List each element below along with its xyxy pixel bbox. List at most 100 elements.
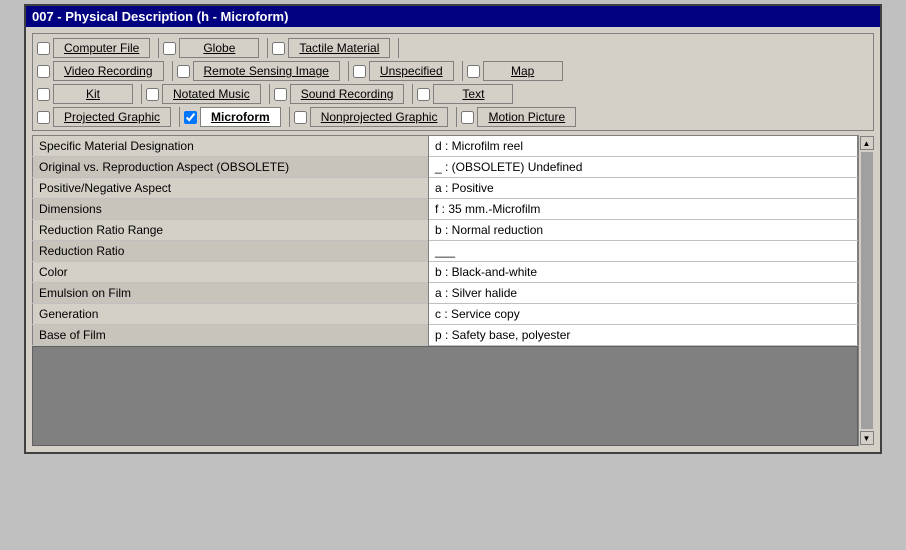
tab-microform[interactable]: Microform [184, 107, 281, 127]
checkbox-motion-picture[interactable] [461, 111, 474, 124]
field-label: Generation [33, 304, 429, 325]
tab-sound-recording[interactable]: Sound Recording [274, 84, 405, 104]
checkbox-tactile-material[interactable] [272, 42, 285, 55]
fields-table: Specific Material Designationd : Microfi… [32, 135, 858, 346]
checkbox-video-recording[interactable] [37, 65, 50, 78]
field-value: f : 35 mm.-Microfilm [429, 199, 858, 220]
bottom-empty-area [32, 346, 858, 446]
tab-label-map[interactable]: Map [483, 61, 563, 81]
checkbox-notated-music[interactable] [146, 88, 159, 101]
field-value: _ : (OBSOLETE) Undefined [429, 157, 858, 178]
tab-computer-file[interactable]: Computer File [37, 38, 150, 58]
field-value: ___ [429, 241, 858, 262]
tab-label-unspecified[interactable]: Unspecified [369, 61, 454, 81]
tab-label-video-recording[interactable]: Video Recording [53, 61, 164, 81]
checkbox-kit[interactable] [37, 88, 50, 101]
field-label: Color [33, 262, 429, 283]
sep7 [141, 84, 142, 104]
scroll-down-button[interactable]: ▼ [860, 431, 874, 445]
sep3 [398, 38, 399, 58]
sep8 [269, 84, 270, 104]
sep6 [462, 61, 463, 81]
tab-text[interactable]: Text [417, 84, 513, 104]
tab-motion-picture[interactable]: Motion Picture [461, 107, 576, 127]
tab-remote-sensing-image[interactable]: Remote Sensing Image [177, 61, 340, 81]
tab-globe[interactable]: Globe [163, 38, 259, 58]
checkbox-map[interactable] [467, 65, 480, 78]
tab-label-microform[interactable]: Microform [200, 107, 281, 127]
field-label: Positive/Negative Aspect [33, 178, 429, 199]
field-value: a : Positive [429, 178, 858, 199]
sep4 [172, 61, 173, 81]
tab-label-sound-recording[interactable]: Sound Recording [290, 84, 405, 104]
tab-label-kit[interactable]: Kit [53, 84, 133, 104]
field-value: p : Safety base, polyester [429, 325, 858, 346]
table-row: Base of Filmp : Safety base, polyester [33, 325, 858, 346]
tab-video-recording[interactable]: Video Recording [37, 61, 164, 81]
field-label: Reduction Ratio [33, 241, 429, 262]
field-label: Original vs. Reproduction Aspect (OBSOLE… [33, 157, 429, 178]
tab-row-4: Projected Graphic Microform Nonprojected… [37, 107, 869, 127]
vertical-scrollbar[interactable]: ▲ ▼ [858, 135, 874, 446]
tab-label-notated-music[interactable]: Notated Music [162, 84, 261, 104]
sep1 [158, 38, 159, 58]
tab-label-text[interactable]: Text [433, 84, 513, 104]
tab-label-motion-picture[interactable]: Motion Picture [477, 107, 576, 127]
table-row: Colorb : Black-and-white [33, 262, 858, 283]
table-row: Reduction Ratio___ [33, 241, 858, 262]
sep9 [412, 84, 413, 104]
field-label: Base of Film [33, 325, 429, 346]
tab-row-1: Computer File Globe Tactile Material [37, 38, 869, 58]
sep2 [267, 38, 268, 58]
data-panel: Specific Material Designationd : Microfi… [32, 135, 874, 446]
tab-notated-music[interactable]: Notated Music [146, 84, 261, 104]
sep12 [456, 107, 457, 127]
sep5 [348, 61, 349, 81]
field-label: Reduction Ratio Range [33, 220, 429, 241]
checkbox-text[interactable] [417, 88, 430, 101]
sep10 [179, 107, 180, 127]
checkbox-microform[interactable] [184, 111, 197, 124]
window-title: 007 - Physical Description (h - Microfor… [32, 9, 288, 24]
sep11 [289, 107, 290, 127]
table-row: Specific Material Designationd : Microfi… [33, 136, 858, 157]
tab-label-projected-graphic[interactable]: Projected Graphic [53, 107, 171, 127]
tab-map[interactable]: Map [467, 61, 563, 81]
tab-label-remote-sensing-image[interactable]: Remote Sensing Image [193, 61, 340, 81]
tab-row-2: Video Recording Remote Sensing Image Uns… [37, 61, 869, 81]
title-bar: 007 - Physical Description (h - Microfor… [26, 6, 880, 27]
table-row: Positive/Negative Aspecta : Positive [33, 178, 858, 199]
checkbox-projected-graphic[interactable] [37, 111, 50, 124]
tab-label-globe[interactable]: Globe [179, 38, 259, 58]
tab-row-3: Kit Notated Music Sound Recording [37, 84, 869, 104]
data-table-container: Specific Material Designationd : Microfi… [32, 135, 858, 446]
table-row: Original vs. Reproduction Aspect (OBSOLE… [33, 157, 858, 178]
checkbox-computer-file[interactable] [37, 42, 50, 55]
field-label: Dimensions [33, 199, 429, 220]
table-row: Reduction Ratio Rangeb : Normal reductio… [33, 220, 858, 241]
tab-nonprojected-graphic[interactable]: Nonprojected Graphic [294, 107, 449, 127]
checkbox-sound-recording[interactable] [274, 88, 287, 101]
tab-label-tactile-material[interactable]: Tactile Material [288, 38, 390, 58]
field-label: Emulsion on Film [33, 283, 429, 304]
tab-kit[interactable]: Kit [37, 84, 133, 104]
checkbox-nonprojected-graphic[interactable] [294, 111, 307, 124]
checkbox-globe[interactable] [163, 42, 176, 55]
table-row: Emulsion on Filma : Silver halide [33, 283, 858, 304]
tab-label-computer-file[interactable]: Computer File [53, 38, 150, 58]
field-value: d : Microfilm reel [429, 136, 858, 157]
tab-projected-graphic[interactable]: Projected Graphic [37, 107, 171, 127]
tab-tactile-material[interactable]: Tactile Material [272, 38, 390, 58]
field-value: b : Black-and-white [429, 262, 858, 283]
tab-label-nonprojected-graphic[interactable]: Nonprojected Graphic [310, 107, 449, 127]
field-value: a : Silver halide [429, 283, 858, 304]
checkbox-unspecified[interactable] [353, 65, 366, 78]
scroll-track[interactable] [861, 152, 873, 429]
tab-unspecified[interactable]: Unspecified [353, 61, 454, 81]
scroll-up-button[interactable]: ▲ [860, 136, 874, 150]
field-value: b : Normal reduction [429, 220, 858, 241]
table-row: Generationc : Service copy [33, 304, 858, 325]
tabs-area: Computer File Globe Tactile Material [32, 33, 874, 131]
field-value: c : Service copy [429, 304, 858, 325]
checkbox-remote-sensing-image[interactable] [177, 65, 190, 78]
